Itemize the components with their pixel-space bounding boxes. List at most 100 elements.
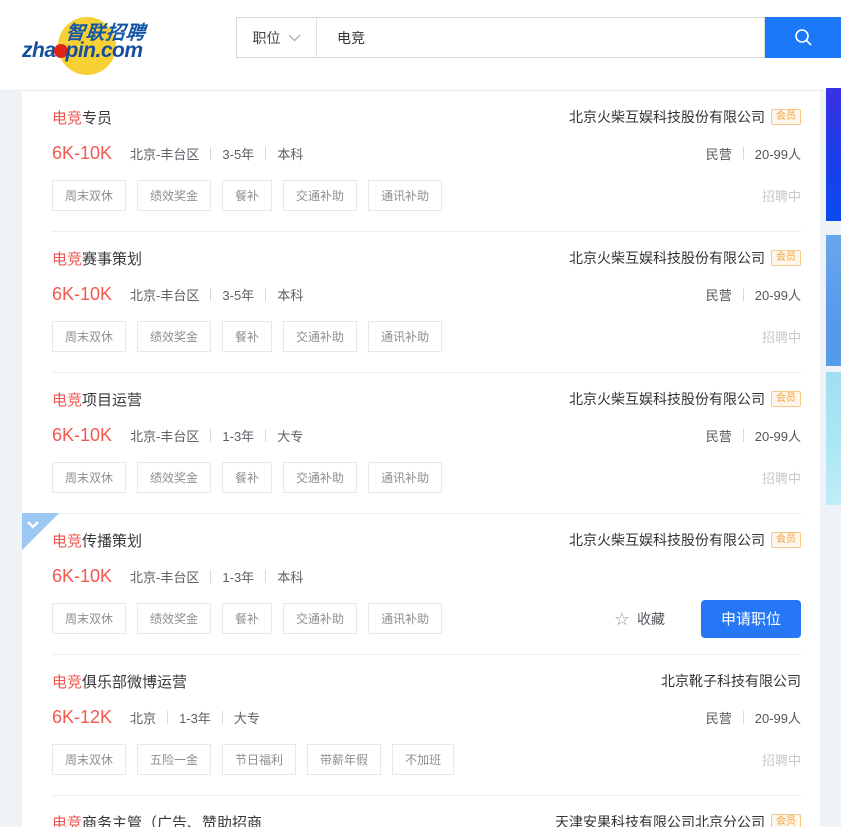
logo-text-left: zha [22,39,56,62]
job-title-rest: 专员 [82,110,112,127]
job-title[interactable]: 电竞专员 [52,107,112,128]
zhaopin-logo[interactable]: 智联招聘 zhapin.com [22,8,182,84]
benefit-tag: 餐补 [222,180,272,211]
job-card[interactable]: 电竞专员 北京火柴互娱科技股份有限公司 会员 6K-10K 北京-丰台区 3-5… [52,91,801,231]
logo-latin-text: zha pin.com [22,39,143,63]
job-card-hovered[interactable]: 电竞传播策划 北京火柴互娱科技股份有限公司 会员 6K-10K 北京-丰台区 1… [52,513,801,654]
job-location: 北京 [130,708,156,727]
benefit-tag: 通讯补助 [368,180,442,211]
member-badge: 会员 [771,250,801,266]
search-bar: 职位 [236,17,841,58]
job-experience: 3-5年 [222,285,254,304]
floating-sidebar [826,0,841,827]
benefit-tag: 周末双休 [52,462,126,493]
floating-widget-bar-medium-blue[interactable] [826,235,841,366]
benefit-tag: 交通补助 [283,603,357,634]
job-location: 北京-丰台区 [130,426,199,445]
member-badge: 会员 [771,532,801,548]
selected-corner-badge [22,513,59,550]
benefit-tag: 通讯补助 [368,603,442,634]
job-experience: 3-5年 [222,144,254,163]
job-title-rest: 赛事策划 [82,251,142,268]
benefit-tag: 交通补助 [283,321,357,352]
benefit-tag: 周末双休 [52,603,126,634]
job-education: 本科 [277,144,303,163]
job-education: 本科 [277,567,303,586]
floating-widget-bar-dark-blue[interactable] [826,88,841,221]
star-icon: ☆ [614,610,630,628]
job-location: 北京-丰台区 [130,144,199,163]
divider [743,429,744,442]
company-name[interactable]: 北京火柴互娱科技股份有限公司 [569,248,765,268]
salary: 6K-10K [52,425,112,446]
recruiting-status: 招聘中 [762,327,801,346]
divider [210,429,211,442]
search-box: 职位 [236,17,765,58]
benefit-tag: 周末双休 [52,321,126,352]
logo-text-right: pin.com [66,39,143,62]
company-type: 民营 [706,285,732,304]
benefit-tag: 节日福利 [222,744,296,775]
salary: 6K-10K [52,284,112,305]
search-category-label: 职位 [253,28,281,48]
job-title-highlight: 电竞 [52,251,82,268]
job-card[interactable]: 电竞商务主管（广告、赞助招商 天津安果科技有限公司北京分公司 会员 [52,795,801,827]
job-card[interactable]: 电竞项目运营 北京火柴互娱科技股份有限公司 会员 6K-10K 北京-丰台区 1… [52,372,801,513]
benefit-tag: 绩效奖金 [137,321,211,352]
salary: 6K-10K [52,143,112,164]
job-location: 北京-丰台区 [130,285,199,304]
company-type: 民营 [706,144,732,163]
job-education: 大专 [234,708,260,727]
job-title[interactable]: 电竞传播策划 [52,530,142,551]
company-name[interactable]: 北京靴子科技有限公司 [661,671,801,691]
member-badge: 会员 [771,109,801,125]
divider [265,429,266,442]
benefit-tag: 餐补 [222,321,272,352]
member-badge: 会员 [771,391,801,407]
job-title-rest: 项目运营 [82,392,142,409]
company-name[interactable]: 天津安果科技有限公司北京分公司 [555,812,765,827]
chevron-down-icon [288,34,301,42]
job-card[interactable]: 电竞俱乐部微博运营 北京靴子科技有限公司 6K-12K 北京 1-3年 大专 民… [52,654,801,795]
job-location: 北京-丰台区 [130,567,199,586]
job-title[interactable]: 电竞赛事策划 [52,248,142,269]
job-title-rest: 传播策划 [82,533,142,550]
job-experience: 1-3年 [222,426,254,445]
search-category-dropdown[interactable]: 职位 [237,18,317,57]
divider [265,570,266,583]
job-title[interactable]: 电竞商务主管（广告、赞助招商 [52,812,262,827]
company-type: 民营 [706,708,732,727]
recruiting-status: 招聘中 [762,750,801,769]
company-name[interactable]: 北京火柴互娱科技股份有限公司 [569,389,765,409]
company-size: 20-99人 [755,708,801,727]
company-name[interactable]: 北京火柴互娱科技股份有限公司 [569,530,765,550]
search-icon [791,26,815,50]
check-icon [24,515,42,533]
divider [210,288,211,301]
divider [743,147,744,160]
header: 智联招聘 zhapin.com 职位 [0,0,841,91]
company-size: 20-99人 [755,144,801,163]
recruiting-status: 招聘中 [762,186,801,205]
benefit-tag: 绩效奖金 [137,603,211,634]
divider [265,147,266,160]
company-size: 20-99人 [755,285,801,304]
job-card[interactable]: 电竞赛事策划 北京火柴互娱科技股份有限公司 会员 6K-10K 北京-丰台区 3… [52,231,801,372]
floating-widget-bar-light-cyan[interactable] [826,372,841,505]
benefit-tag: 不加班 [392,744,454,775]
job-title-highlight: 电竞 [52,815,82,827]
job-experience: 1-3年 [179,708,211,727]
job-title[interactable]: 电竞项目运营 [52,389,142,410]
benefit-tag: 带薪年假 [307,744,381,775]
member-badge: 会员 [771,814,801,827]
apply-button[interactable]: 申请职位 [701,600,801,638]
job-title-highlight: 电竞 [52,674,82,691]
benefit-tag: 周末双休 [52,744,126,775]
job-title[interactable]: 电竞俱乐部微博运营 [52,671,187,692]
divider [210,147,211,160]
favorite-button[interactable]: ☆ 收藏 [614,609,665,629]
benefit-tag: 餐补 [222,603,272,634]
search-input[interactable] [317,18,764,57]
company-name[interactable]: 北京火柴互娱科技股份有限公司 [569,107,765,127]
benefit-tag: 交通补助 [283,180,357,211]
